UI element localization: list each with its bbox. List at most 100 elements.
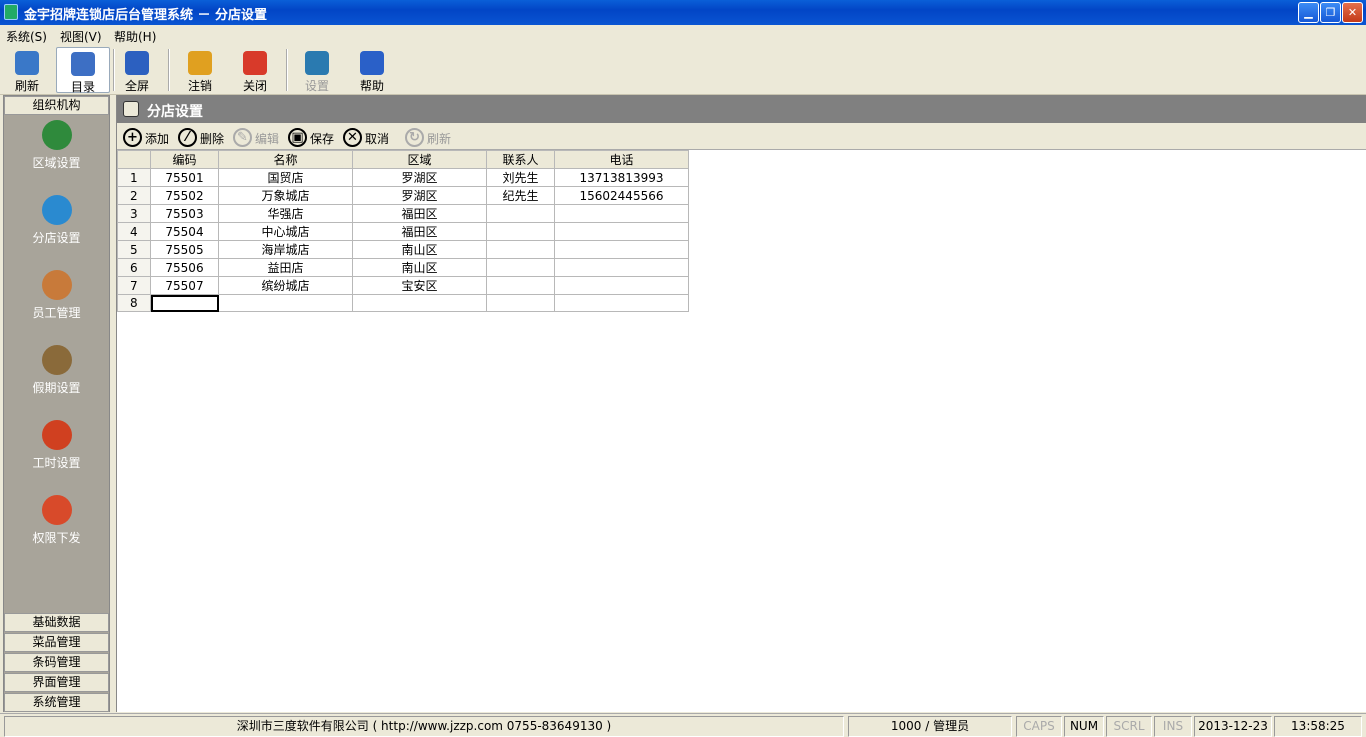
status-ins: INS	[1154, 716, 1192, 737]
column-header-name[interactable]: 名称	[218, 150, 353, 169]
cell-contact[interactable]	[486, 258, 555, 277]
column-header-phone[interactable]: 电话	[554, 150, 689, 169]
toolbar-catalog-button[interactable]: 目录	[56, 47, 110, 94]
sidebar-item-region[interactable]: 区域设置	[4, 116, 109, 186]
cell-area[interactable]: 福田区	[352, 222, 487, 241]
cell-code[interactable]: 75502	[150, 186, 219, 205]
table-row[interactable]: 5 75505 海岸城店 南山区	[117, 240, 689, 259]
cell-area[interactable]: 罗湖区	[352, 168, 487, 187]
sidebar-item-worktime[interactable]: 工时设置	[4, 416, 109, 486]
cell-contact[interactable]	[486, 276, 555, 295]
table-row[interactable]: 4 75504 中心城店 福田区	[117, 222, 689, 241]
logout-key-icon	[188, 51, 212, 75]
cell-name[interactable]: 华强店	[218, 204, 353, 223]
sidebar-item-holiday[interactable]: 假期设置	[4, 341, 109, 411]
cell-area[interactable]: 南山区	[352, 240, 487, 259]
table-row[interactable]: 6 75506 益田店 南山区	[117, 258, 689, 277]
column-header-area[interactable]: 区域	[352, 150, 487, 169]
sidebar-item-branch[interactable]: 分店设置	[4, 191, 109, 261]
minimize-button[interactable]: ▁	[1298, 2, 1319, 23]
refresh-grid-button[interactable]: ↻ 刷新	[405, 127, 457, 147]
close-button[interactable]: ✕	[1342, 2, 1363, 23]
toolbar-close-button[interactable]: 关闭	[228, 47, 282, 93]
toolbar-help-button[interactable]: 帮助	[345, 47, 399, 93]
cell-phone[interactable]	[554, 276, 689, 295]
cell-contact[interactable]	[486, 204, 555, 223]
cell-contact[interactable]: 刘先生	[486, 168, 555, 187]
sidebar-header-org[interactable]: 组织机构	[4, 96, 109, 115]
delete-button[interactable]: ⁄ 删除	[178, 127, 230, 147]
toolbar-settings-button[interactable]: 设置	[290, 47, 344, 93]
sidebar-item-permission[interactable]: 权限下发	[4, 491, 109, 561]
column-header-code[interactable]: 编码	[150, 150, 219, 169]
cell-name[interactable]: 中心城店	[218, 222, 353, 241]
row-number: 5	[117, 240, 151, 259]
cell-area[interactable]: 福田区	[352, 204, 487, 223]
cell-phone[interactable]	[554, 240, 689, 259]
cell-name[interactable]	[218, 294, 353, 312]
add-button[interactable]: + 添加	[123, 127, 175, 147]
status-bar: 深圳市三度软件有限公司 ( http://www.jzzp.com 0755-8…	[0, 713, 1366, 737]
table-row-new[interactable]: 8	[117, 294, 689, 312]
save-button[interactable]: ▣ 保存	[288, 127, 340, 147]
cell-phone[interactable]	[554, 222, 689, 241]
status-scrl: SCRL	[1106, 716, 1152, 737]
cell-code[interactable]: 75505	[150, 240, 219, 259]
row-number: 6	[117, 258, 151, 277]
toolbar-fullscreen-button[interactable]: 全屏	[110, 47, 164, 93]
cell-code[interactable]: 75501	[150, 168, 219, 187]
sidebar-item-staff[interactable]: 员工管理	[4, 266, 109, 336]
sidebar-header-ui[interactable]: 界面管理	[4, 673, 109, 692]
sidebar-header-barcode[interactable]: 条码管理	[4, 653, 109, 672]
menu-view[interactable]: 视图(V)	[60, 28, 102, 45]
cell-phone[interactable]	[554, 258, 689, 277]
sidebar-header-basic-data[interactable]: 基础数据	[4, 613, 109, 632]
cell-area[interactable]	[352, 294, 487, 312]
cell-contact[interactable]	[486, 222, 555, 241]
cell-code[interactable]: 75506	[150, 258, 219, 277]
restore-button[interactable]: ❐	[1320, 2, 1341, 23]
edit-button[interactable]: ✎ 编辑	[233, 127, 285, 147]
row-number: 4	[117, 222, 151, 241]
table-header-row: 编码 名称 区域 联系人 电话	[117, 150, 689, 169]
column-header-contact[interactable]: 联系人	[486, 150, 555, 169]
cell-name[interactable]: 海岸城店	[218, 240, 353, 259]
cell-contact[interactable]	[486, 294, 555, 312]
cell-contact[interactable]	[486, 240, 555, 259]
toolbar-logout-button[interactable]: 注销	[173, 47, 227, 93]
cell-code[interactable]: 75504	[150, 222, 219, 241]
cell-phone[interactable]: 15602445566	[554, 186, 689, 205]
cell-phone[interactable]	[554, 204, 689, 223]
main-panel: 分店设置 + 添加 ⁄ 删除 ✎ 编辑 ▣ 保存 ✕ 取消 ↻ 刷新 编码 名称 区域 联系…	[116, 95, 1366, 712]
cell-contact[interactable]: 纪先生	[486, 186, 555, 205]
table-row[interactable]: 1 75501 国贸店 罗湖区 刘先生 13713813993	[117, 168, 689, 187]
cell-code-selected[interactable]	[150, 294, 219, 312]
cell-name[interactable]: 国贸店	[218, 168, 353, 187]
delete-icon: ⁄	[178, 128, 197, 147]
menu-help[interactable]: 帮助(H)	[114, 28, 156, 45]
sidebar-header-system[interactable]: 系统管理	[4, 693, 109, 712]
sidebar-header-dish[interactable]: 菜品管理	[4, 633, 109, 652]
cell-name[interactable]: 益田店	[218, 258, 353, 277]
cell-phone[interactable]	[554, 294, 689, 312]
cell-area[interactable]: 南山区	[352, 258, 487, 277]
cell-code[interactable]: 75507	[150, 276, 219, 295]
branch-settings-icon	[123, 101, 139, 117]
power-icon	[243, 51, 267, 75]
cancel-button[interactable]: ✕ 取消	[343, 127, 395, 147]
status-company: 深圳市三度软件有限公司 ( http://www.jzzp.com 0755-8…	[4, 716, 844, 737]
settings-globe-icon	[305, 51, 329, 75]
cell-name[interactable]: 万象城店	[218, 186, 353, 205]
menu-system[interactable]: 系统(S)	[6, 28, 47, 45]
toolbar-refresh-button[interactable]: 刷新	[0, 47, 54, 93]
table-row[interactable]: 2 75502 万象城店 罗湖区 纪先生 15602445566	[117, 186, 689, 205]
cell-phone[interactable]: 13713813993	[554, 168, 689, 187]
cell-name[interactable]: 缤纷城店	[218, 276, 353, 295]
table-row[interactable]: 3 75503 华强店 福田区	[117, 204, 689, 223]
table-row[interactable]: 7 75507 缤纷城店 宝安区	[117, 276, 689, 295]
status-time: 13:58:25	[1274, 716, 1362, 737]
refresh-icon	[15, 51, 39, 75]
cell-area[interactable]: 罗湖区	[352, 186, 487, 205]
cell-code[interactable]: 75503	[150, 204, 219, 223]
cell-area[interactable]: 宝安区	[352, 276, 487, 295]
